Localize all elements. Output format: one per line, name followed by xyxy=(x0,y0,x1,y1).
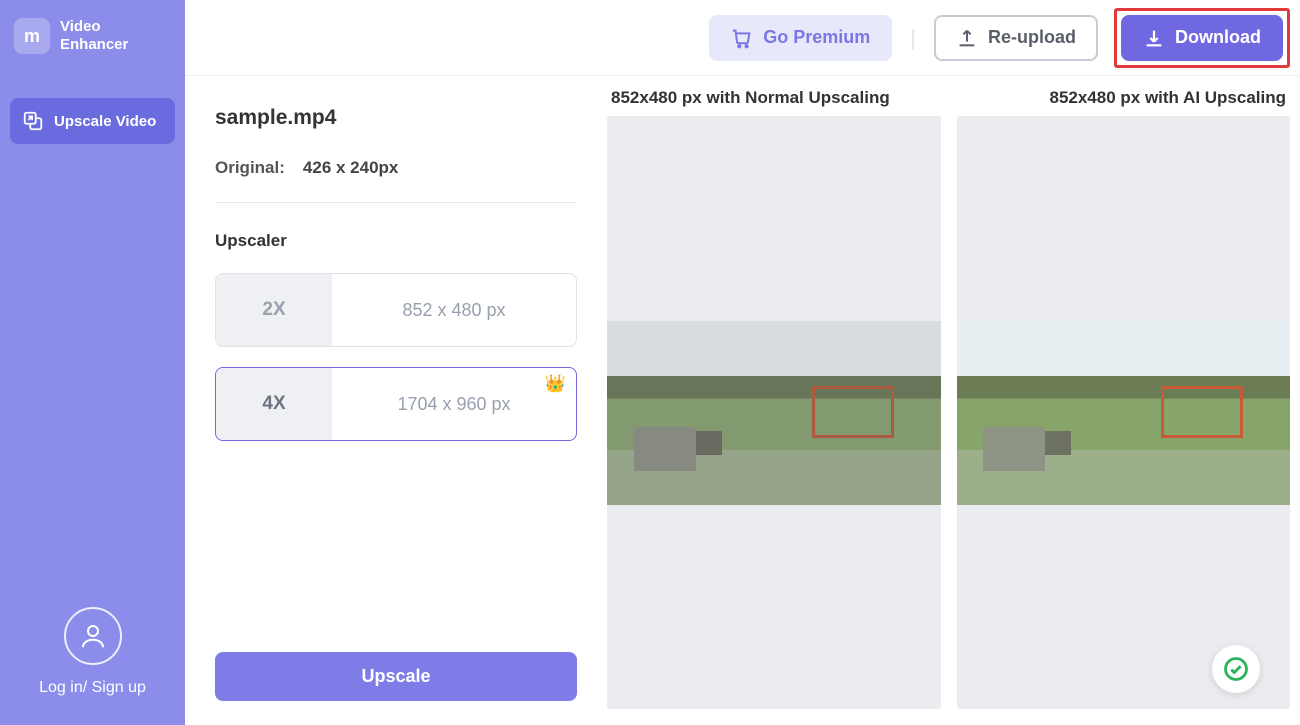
confirm-fab[interactable] xyxy=(1212,645,1260,693)
download-highlight: Download xyxy=(1114,8,1290,68)
header: Go Premium | Re-upload Download xyxy=(185,0,1300,76)
multiplier-label: 2X xyxy=(216,274,332,346)
preview-normal-image xyxy=(607,321,941,505)
preview-ai-image xyxy=(957,321,1291,505)
upscaler-label: Upscaler xyxy=(215,231,577,251)
preview-ai-box xyxy=(957,116,1291,709)
upload-icon xyxy=(956,27,978,49)
reupload-button[interactable]: Re-upload xyxy=(934,15,1098,61)
resolution-label: 852 x 480 px xyxy=(332,274,576,346)
download-button[interactable]: Download xyxy=(1121,15,1283,61)
content: sample.mp4 Original: 426 x 240px Upscale… xyxy=(185,76,1300,725)
login-area[interactable]: Log in/ Sign up xyxy=(10,607,175,705)
download-icon xyxy=(1143,27,1165,49)
app-name-line1: Video xyxy=(60,18,128,36)
main: Go Premium | Re-upload Download sample.m… xyxy=(185,0,1300,725)
logo-icon: m xyxy=(14,18,50,54)
sidebar: m Video Enhancer Upscale Video Log in/ S… xyxy=(0,0,185,725)
download-label: Download xyxy=(1175,27,1261,48)
divider: | xyxy=(910,25,916,51)
app-logo[interactable]: m Video Enhancer xyxy=(10,14,175,58)
divider xyxy=(215,202,577,203)
original-size-row: Original: 426 x 240px xyxy=(215,158,577,178)
original-value: 426 x 240px xyxy=(303,158,398,178)
login-link[interactable]: Log in/ Sign up xyxy=(39,679,146,697)
preview-normal-label: 852x480 px with Normal Upscaling xyxy=(607,88,894,116)
app-name-line2: Enhancer xyxy=(60,36,128,54)
premium-label: Go Premium xyxy=(763,27,870,48)
original-label: Original: xyxy=(215,158,285,178)
preview-normal-box xyxy=(607,116,941,709)
reupload-label: Re-upload xyxy=(988,27,1076,48)
avatar-icon xyxy=(64,607,122,665)
sidebar-item-label: Upscale Video xyxy=(54,113,156,130)
upscale-icon xyxy=(22,110,44,132)
premium-icon: 👑 xyxy=(545,374,566,394)
file-name: sample.mp4 xyxy=(215,106,577,130)
go-premium-button[interactable]: Go Premium xyxy=(709,15,892,61)
preview-ai: 852x480 px with AI Upscaling xyxy=(957,88,1291,725)
settings-panel: sample.mp4 Original: 426 x 240px Upscale… xyxy=(185,76,607,725)
check-icon xyxy=(1222,655,1250,683)
multiplier-label: 4X xyxy=(216,368,332,440)
upscale-option-4x[interactable]: 4X 1704 x 960 px 👑 xyxy=(215,367,577,441)
preview-normal: 852x480 px with Normal Upscaling xyxy=(607,88,941,725)
sidebar-item-upscale-video[interactable]: Upscale Video xyxy=(10,98,175,144)
preview-ai-label: 852x480 px with AI Upscaling xyxy=(1045,88,1290,116)
resolution-label: 1704 x 960 px xyxy=(332,368,576,440)
cart-icon xyxy=(731,27,753,49)
app-name: Video Enhancer xyxy=(60,18,128,54)
preview-area: 852x480 px with Normal Upscaling 852x480… xyxy=(607,76,1300,725)
upscale-button[interactable]: Upscale xyxy=(215,652,577,701)
upscale-option-2x[interactable]: 2X 852 x 480 px xyxy=(215,273,577,347)
